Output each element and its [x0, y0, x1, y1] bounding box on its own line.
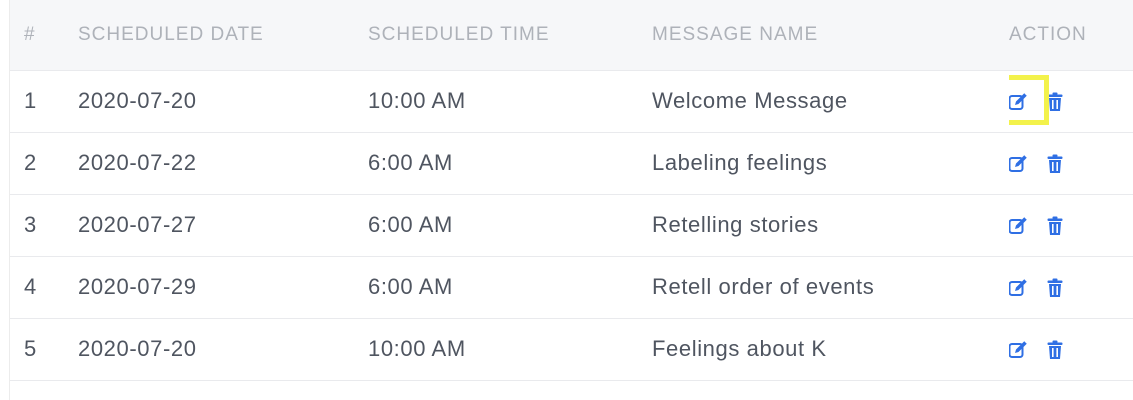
- table-row: 3 2020-07-27 6:00 AM Retelling stories: [10, 194, 1133, 256]
- delete-button[interactable]: [1047, 216, 1063, 236]
- header-message-name: MESSAGE NAME: [652, 23, 819, 45]
- trash-icon: [1047, 340, 1063, 360]
- row-scheduled-date: 2020-07-22: [78, 150, 197, 175]
- row-scheduled-time: 6:00 AM: [368, 212, 453, 237]
- delete-button[interactable]: [1047, 278, 1063, 298]
- row-message-name: Welcome Message: [652, 88, 848, 113]
- trash-icon: [1047, 278, 1063, 298]
- table-row: 4 2020-07-29 6:00 AM Retell order of eve…: [10, 256, 1133, 318]
- row-number: 4: [24, 274, 37, 299]
- edit-icon: [1009, 216, 1028, 235]
- row-scheduled-date: 2020-07-20: [78, 336, 197, 361]
- row-scheduled-date: 2020-07-29: [78, 274, 197, 299]
- edit-button[interactable]: [1009, 154, 1030, 174]
- row-message-name: Labeling feelings: [652, 150, 828, 175]
- highlight-wrapper: [1009, 71, 1133, 132]
- row-scheduled-time: 10:00 AM: [368, 88, 466, 113]
- row-actions: [1009, 318, 1133, 380]
- table-header-row: # SCHEDULED DATE SCHEDULED TIME MESSAGE …: [10, 0, 1133, 70]
- row-scheduled-time: 10:00 AM: [368, 336, 466, 361]
- row-scheduled-date: 2020-07-20: [78, 88, 197, 113]
- table-row: 1 2020-07-20 10:00 AM Welcome Message: [10, 70, 1133, 132]
- header-number: #: [24, 23, 36, 45]
- highlight-box: [1009, 74, 1049, 125]
- row-message-name: Retell order of events: [652, 274, 875, 299]
- table-row: 2 2020-07-22 6:00 AM Labeling feelings: [10, 132, 1133, 194]
- header-scheduled-date: SCHEDULED DATE: [78, 23, 264, 45]
- edit-icon: [1009, 340, 1028, 359]
- row-scheduled-time: 6:00 AM: [368, 274, 453, 299]
- row-message-name: Retelling stories: [652, 212, 819, 237]
- table-row: 5 2020-07-20 10:00 AM Feelings about K: [10, 318, 1133, 380]
- row-actions: [1009, 70, 1133, 132]
- edit-button[interactable]: [1009, 340, 1030, 360]
- header-action: ACTION: [1009, 23, 1087, 45]
- edit-button[interactable]: [1009, 278, 1030, 298]
- trash-icon: [1047, 154, 1063, 174]
- row-number: 5: [24, 336, 37, 361]
- row-actions: [1009, 132, 1133, 194]
- row-number: 1: [24, 88, 37, 113]
- delete-button[interactable]: [1047, 340, 1063, 360]
- row-scheduled-date: 2020-07-27: [78, 212, 197, 237]
- trash-icon: [1047, 216, 1063, 236]
- scheduled-messages-card: # SCHEDULED DATE SCHEDULED TIME MESSAGE …: [9, 0, 1133, 400]
- row-message-name: Feelings about K: [652, 336, 827, 361]
- row-number: 2: [24, 150, 37, 175]
- row-actions: [1009, 194, 1133, 256]
- scheduled-messages-table: # SCHEDULED DATE SCHEDULED TIME MESSAGE …: [10, 0, 1133, 381]
- header-scheduled-time: SCHEDULED TIME: [368, 23, 550, 45]
- row-number: 3: [24, 212, 37, 237]
- edit-icon: [1009, 154, 1028, 173]
- edit-button[interactable]: [1009, 216, 1030, 236]
- row-actions: [1009, 256, 1133, 318]
- delete-button[interactable]: [1047, 154, 1063, 174]
- edit-icon: [1009, 278, 1028, 297]
- row-scheduled-time: 6:00 AM: [368, 150, 453, 175]
